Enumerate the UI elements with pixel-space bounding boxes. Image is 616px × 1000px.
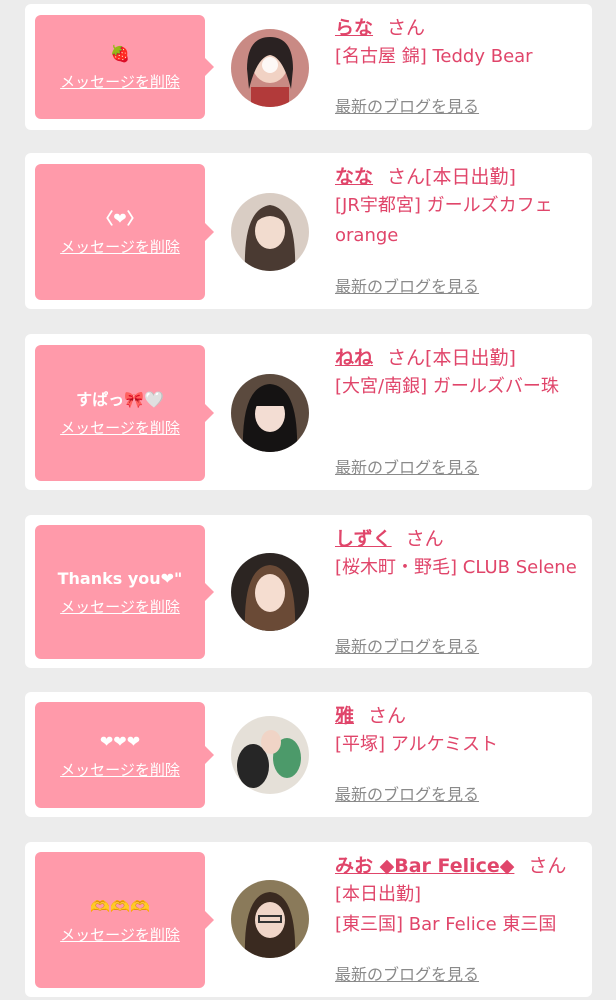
latest-blog-link[interactable]: 最新のブログを見る [335,273,479,297]
delete-message-link[interactable]: メッセージを削除 [60,596,180,617]
list-item: 〈❤〉 メッセージを削除 なな さん[本日出勤] [JR宇都宮] ガールズカフェ … [25,153,592,309]
honorific: さん [387,347,426,369]
message-bubble: Thanks you❤" メッセージを削除 [35,525,214,659]
message-bubble: 🫶🫶🫶 メッセージを削除 [35,852,214,988]
list-item: すぱっ🎀🤍 メッセージを削除 ねね さん[本日出勤] [大宮/南銀] ガールズバー… [25,334,592,490]
work-status: [本日出勤] [425,166,516,188]
delete-message-link[interactable]: メッセージを削除 [60,924,180,945]
girl-name-link[interactable]: なな [335,166,373,188]
latest-blog-link[interactable]: 最新のブログを見る [335,781,479,805]
message-text: Thanks you❤" [57,568,183,588]
shop-info: [平塚] アルケミスト [335,734,499,755]
shop-info: [東三国] Bar Felice 東三国 [335,914,557,935]
honorific: さん [528,855,567,877]
avatar[interactable] [231,716,309,794]
shop-info: [大宮/南銀] ガールズバー珠 [335,376,559,397]
avatar[interactable] [231,553,309,631]
work-status: [本日出勤] [425,347,516,369]
message-text: 🍓 [110,43,130,63]
work-status: [本日出勤] [335,884,422,905]
message-text: 〈❤〉 [97,208,143,228]
girl-name-link[interactable]: しずく [335,528,392,550]
list-item: 🫶🫶🫶 メッセージを削除 みお ◆Bar Felice◆ さん [本日出勤] [東… [25,842,592,997]
avatar[interactable] [231,193,309,271]
latest-blog-link[interactable]: 最新のブログを見る [335,633,479,657]
shop-info: [JR宇都宮] ガールズカフェ orange [335,195,553,246]
shop-info: [桜木町・野毛] CLUB Selene [335,557,577,578]
girl-name-link[interactable]: ねね [335,347,373,369]
shop-info: [名古屋 錦] Teddy Bear [335,46,533,67]
delete-message-link[interactable]: メッセージを削除 [60,71,180,92]
delete-message-link[interactable]: メッセージを削除 [60,759,180,780]
avatar[interactable] [231,374,309,452]
list-item: 🍓 メッセージを削除 らな さん [名古屋 錦] Teddy Bear 最新のブロ… [25,4,592,130]
girl-name-link[interactable]: 雅 [335,705,354,727]
latest-blog-link[interactable]: 最新のブログを見る [335,961,479,985]
message-bubble: すぱっ🎀🤍 メッセージを削除 [35,345,214,481]
girl-name-link[interactable]: みお ◆Bar Felice◆ [335,855,514,877]
message-bubble: 🍓 メッセージを削除 [35,15,214,119]
latest-blog-link[interactable]: 最新のブログを見る [335,454,479,478]
honorific: さん [368,705,407,727]
delete-message-link[interactable]: メッセージを削除 [60,417,180,438]
list-item: Thanks you❤" メッセージを削除 しずく さん [桜木町・野毛] CLU… [25,515,592,668]
message-bubble: 〈❤〉 メッセージを削除 [35,164,214,300]
message-text: 🫶🫶🫶 [90,896,150,916]
list-item: ❤❤❤ メッセージを削除 雅さん [平塚] アルケミスト 最新のブログを見る [25,692,592,817]
message-text: すぱっ🎀🤍 [76,389,164,409]
delete-message-link[interactable]: メッセージを削除 [60,236,180,257]
girl-name-link[interactable]: らな [335,17,373,39]
latest-blog-link[interactable]: 最新のブログを見る [335,93,479,117]
honorific: さん [387,17,426,39]
avatar[interactable] [231,29,309,107]
honorific: さん [387,166,426,188]
message-list: 🍓 メッセージを削除 らな さん [名古屋 錦] Teddy Bear 最新のブロ… [0,0,616,1000]
honorific: さん [405,528,444,550]
avatar[interactable] [231,880,309,958]
message-bubble: ❤❤❤ メッセージを削除 [35,702,214,808]
message-text: ❤❤❤ [99,731,141,751]
